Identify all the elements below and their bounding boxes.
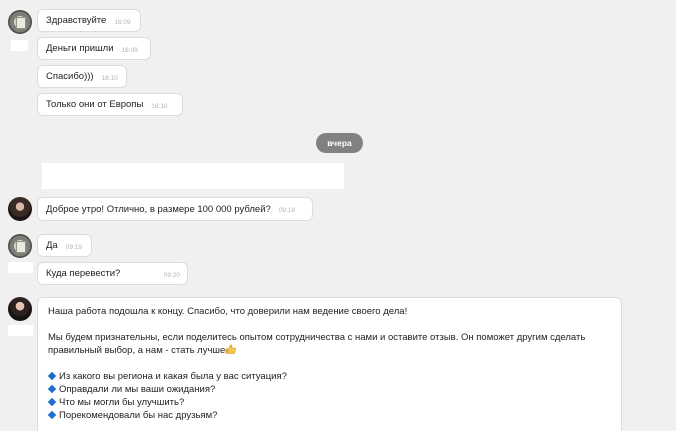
- question-line: Из какого вы региона и какая была у вас …: [47, 370, 611, 383]
- long-message-bubble[interactable]: Наша работа подошла к концу. Спасибо, чт…: [37, 297, 622, 431]
- message-text: Спасибо))): [46, 71, 94, 82]
- long-message-text: правильный выбор, а нам - стать лучше: [48, 345, 226, 356]
- redacted-message: [42, 163, 344, 189]
- long-message-line: Мы будем признательны, если поделитесь о…: [48, 332, 586, 343]
- blue-diamond-icon: [47, 371, 57, 381]
- message-time: 09:19: [65, 243, 82, 251]
- question-line: Что мы могли бы улучшить?: [47, 396, 611, 409]
- message-time: 16:09: [114, 18, 131, 26]
- question-text: Порекомендовали бы нас друзьям?: [59, 410, 218, 421]
- question-text: Оправдали ли мы ваши ожидания?: [59, 384, 216, 395]
- question-line: Порекомендовали бы нас друзьям?: [47, 409, 611, 422]
- sender-name-mask: [8, 262, 33, 273]
- message-time: 16:09: [121, 46, 138, 54]
- date-separator: вчера: [316, 133, 363, 153]
- person-avatar-icon[interactable]: [8, 297, 32, 321]
- question-text: Из какого вы региона и какая была у вас …: [59, 371, 287, 382]
- message-text: Здравствуйте: [46, 15, 107, 26]
- blue-diamond-icon: [47, 397, 57, 407]
- long-message-line: правильный выбор, а нам - стать лучше: [48, 344, 611, 357]
- message-time: 16:10: [151, 102, 168, 110]
- blue-diamond-icon: [47, 384, 57, 394]
- blue-diamond-icon: [47, 410, 57, 420]
- message-bubble[interactable]: Куда перевести? 09:20: [37, 262, 188, 285]
- message-text: Да: [46, 240, 58, 251]
- message-text: Только они от Европы: [46, 99, 144, 110]
- bank-avatar-icon[interactable]: [8, 234, 32, 258]
- message-text: Деньги пришли: [46, 43, 114, 54]
- message-bubble[interactable]: Здравствуйте 16:09: [37, 9, 141, 32]
- chat-area: Здравствуйте 16:09 Деньги пришли 16:09 С…: [0, 0, 676, 431]
- question-line: Оправдали ли мы ваши ожидания?: [47, 383, 611, 396]
- message-time: 16:10: [101, 74, 118, 82]
- question-text: Что мы могли бы улучшить?: [59, 397, 185, 408]
- message-time: 09:18: [278, 207, 296, 214]
- bank-avatar-icon[interactable]: [8, 10, 32, 34]
- long-message-line: Наша работа подошла к концу. Спасибо, чт…: [48, 306, 408, 317]
- message-bubble[interactable]: Да 09:19: [37, 234, 92, 257]
- message-text: Доброе утро! Отлично, в размере 100 000 …: [46, 203, 271, 215]
- message-bubble[interactable]: Доброе утро! Отлично, в размере 100 000 …: [37, 197, 313, 221]
- message-bubble[interactable]: Деньги пришли 16:09: [37, 37, 151, 60]
- message-bubble[interactable]: Только они от Европы 16:10: [37, 93, 183, 116]
- thumbs-up-icon: [225, 344, 237, 354]
- sender-name-mask: [8, 325, 33, 336]
- message-bubble[interactable]: Спасибо))) 16:10: [37, 65, 127, 88]
- message-text: Куда перевести?: [46, 268, 121, 279]
- person-avatar-icon[interactable]: [8, 197, 32, 221]
- message-time: 09:20: [163, 272, 180, 279]
- sender-name-mask: [11, 40, 28, 51]
